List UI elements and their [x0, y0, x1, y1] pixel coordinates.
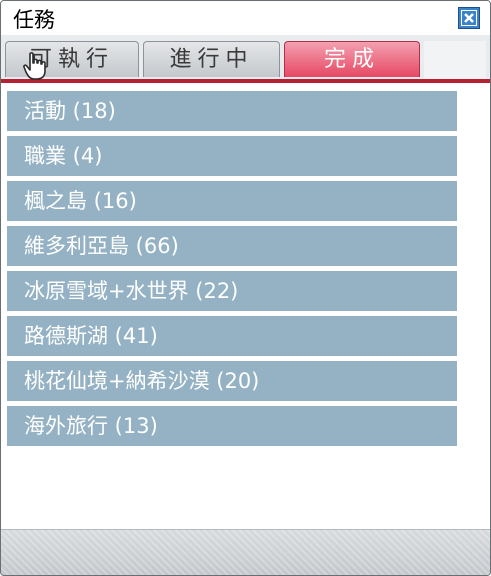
category-list: 活動 (18) 職業 (4) 楓之島 (16) 維多利亞島 (66) 冰原雪域+… [7, 91, 457, 451]
category-item-events[interactable]: 活動 (18) [7, 91, 457, 131]
tab-bar: 可執行 進行中 完成 [1, 35, 490, 83]
quest-window: 任務 可執行 進行中 完成 活動 (18) 職業 (4) 楓之島 (16) 維多… [0, 0, 491, 576]
category-item-el-nath-aqua[interactable]: 冰原雪域+水世界 (22) [7, 271, 457, 311]
close-button[interactable] [458, 7, 480, 29]
tab-in-progress-label: 進行中 [169, 47, 254, 72]
category-item-mu-lung-nihal[interactable]: 桃花仙境+納希沙漠 (20) [7, 361, 457, 401]
tab-in-progress[interactable]: 進行中 [143, 41, 280, 77]
title-bar[interactable]: 任務 [1, 1, 490, 35]
window-title: 任務 [13, 8, 55, 32]
tab-completed[interactable]: 完成 [284, 41, 420, 77]
category-item-world-tour[interactable]: 海外旅行 (13) [7, 406, 457, 446]
tab-accent-line [1, 79, 490, 83]
category-item-jobs[interactable]: 職業 (4) [7, 136, 457, 176]
category-item-victoria-island[interactable]: 維多利亞島 (66) [7, 226, 457, 266]
window-footer [1, 529, 490, 575]
tab-completed-label: 完成 [323, 47, 380, 72]
close-icon [461, 10, 477, 26]
tab-bar-filler [424, 41, 486, 79]
hand-pointer-icon [23, 52, 46, 80]
category-item-ludus-lake[interactable]: 路德斯湖 (41) [7, 316, 457, 356]
category-item-maple-island[interactable]: 楓之島 (16) [7, 181, 457, 221]
scroll-gutter [459, 85, 490, 529]
